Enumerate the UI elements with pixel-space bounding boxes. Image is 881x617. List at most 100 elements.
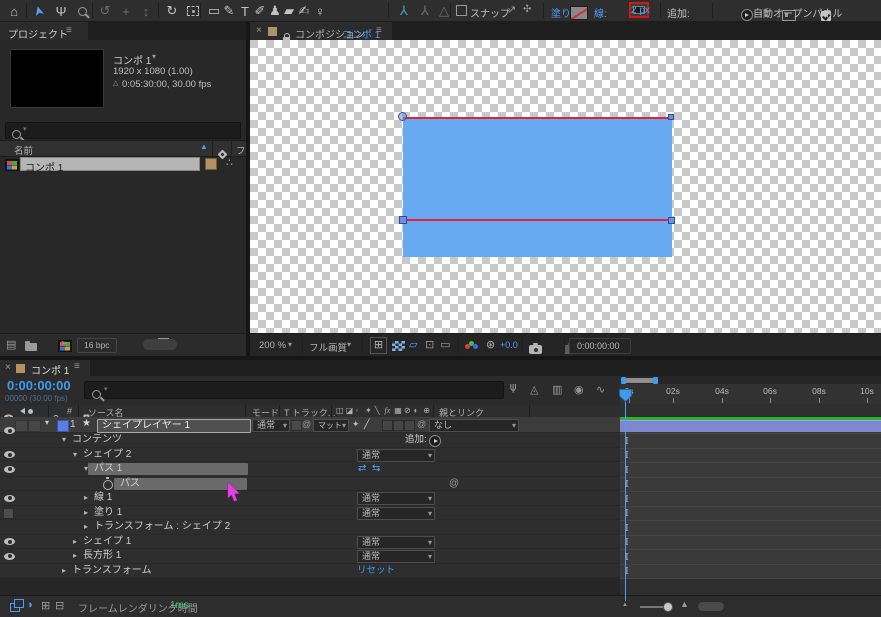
zoom-in-mountain-icon[interactable]: ▲ [680, 599, 689, 609]
row-video-toggle[interactable] [4, 494, 15, 502]
project-tab[interactable]: プロジェクト ≡ [0, 22, 88, 41]
stroke-label[interactable]: 線: [594, 5, 607, 20]
layer-solo-cell[interactable] [28, 420, 41, 432]
path-stroke-top[interactable] [403, 116, 672, 119]
gizmo-position-tool[interactable]: ⅄ [417, 2, 433, 20]
mask-visibility-icon[interactable]: ▱ [409, 338, 417, 351]
pen-tool[interactable]: ✎ [221, 2, 237, 20]
row-expand-arrow[interactable]: ▸ [84, 491, 88, 505]
row-expand-arrow[interactable]: ▸ [73, 535, 77, 549]
brush-tool[interactable]: ✐ [252, 2, 268, 20]
zoom-level-dropdown[interactable]: 200 % [259, 340, 286, 351]
timeline-search-input[interactable]: ▾ [84, 381, 504, 399]
render-queue-icon[interactable]: ➢ [60, 338, 68, 349]
search-options-caret[interactable]: ▾ [23, 125, 27, 133]
parent-dropdown[interactable]: なし ▾ [429, 419, 519, 432]
timeline-row[interactable]: ▸ 長方形 1 通常 ▾ [0, 549, 620, 564]
exposure-value[interactable]: +0.0 [500, 340, 518, 350]
comp-thumbnail[interactable] [10, 49, 104, 108]
row-video-toggle[interactable] [4, 538, 15, 545]
graph-editor-icon[interactable]: ∿ [596, 383, 605, 396]
snap-options-icon[interactable]: ✣ [523, 4, 531, 15]
row-mode-dropdown[interactable]: 通常 ▾ [357, 550, 435, 563]
layer-audio-cell[interactable] [15, 420, 28, 432]
timeline-h-scrollbar[interactable] [698, 602, 724, 611]
composition-viewer[interactable] [250, 40, 881, 333]
rectangle-tool[interactable]: ▭ [206, 2, 222, 20]
selection-tool[interactable]: ➤ [28, 1, 50, 21]
row-expand-arrow[interactable]: ▸ [73, 549, 77, 563]
search-options-caret[interactable]: ▾ [104, 385, 108, 393]
exposure-icon[interactable]: ⊛ [486, 338, 495, 351]
sort-ascending-icon[interactable]: ▲ [200, 142, 208, 151]
path-direction-icon[interactable]: ⇄ [358, 462, 366, 476]
pan-behind-tool[interactable] [185, 2, 201, 20]
timeline-row[interactable]: ▸ 線 1 通常 ▾ [0, 491, 620, 506]
collapse-transformations-icon[interactable]: ✦ [352, 419, 360, 430]
shape-rectangle[interactable] [403, 117, 672, 257]
row-mode-dropdown[interactable]: 通常 ▾ [357, 506, 435, 520]
close-icon[interactable]: × [5, 362, 11, 373]
preserve-transparency-cell[interactable] [291, 420, 302, 431]
navigator-end-handle[interactable] [653, 376, 658, 384]
row-video-toggle[interactable] [4, 451, 15, 458]
row-collapse-arrow[interactable]: ▾ [73, 448, 77, 462]
resolution-dropdown[interactable]: フル画質 [309, 340, 347, 354]
layer-label-swatch[interactable] [57, 420, 69, 432]
timeline-row[interactable]: パス @ [0, 477, 620, 491]
parent-pickwhip-icon[interactable]: @ [417, 419, 426, 429]
row-mode-dropdown[interactable]: 通常 ▾ [357, 448, 435, 462]
orbit-camera-tool[interactable]: ↺ [97, 2, 113, 20]
navigator-start-handle[interactable] [620, 376, 626, 384]
dolly-camera-tool[interactable]: ↕ [138, 2, 154, 20]
guides-icon[interactable]: ▭ [440, 338, 450, 351]
time-navigator[interactable] [620, 376, 881, 384]
take-snapshot-icon[interactable] [529, 343, 542, 354]
chevron-down-icon[interactable]: ▾ [288, 340, 292, 349]
name-column-header[interactable]: 名前 [14, 143, 33, 157]
mini-flowchart-icon[interactable]: ⋔ [508, 381, 518, 395]
gizmo-universal-tool[interactable]: ⅄ [396, 2, 412, 20]
region-of-interest-icon[interactable]: ⊡ [425, 338, 434, 351]
type-tool[interactable]: T [237, 2, 253, 20]
bit-depth-button[interactable]: 16 bpc [77, 338, 117, 353]
project-item-row[interactable]: コンポ 1 ∴ [0, 156, 246, 174]
row-expand-arrow[interactable]: ▸ [84, 520, 88, 534]
timeline-row[interactable]: ▾ シェイプ 2 通常 ▾ [0, 448, 620, 462]
row-video-toggle-off[interactable] [3, 507, 14, 519]
motion-blur-icon[interactable]: ◉ [574, 383, 584, 396]
viewer-menu-icon[interactable]: ≡ [376, 25, 382, 36]
path-direction-icon[interactable]: ⇆ [372, 462, 380, 476]
playhead-handle[interactable] [619, 389, 632, 402]
new-folder-icon[interactable] [25, 340, 37, 351]
transfer-controls-toggle-icon[interactable]: ◑ [26, 599, 33, 611]
reset-link[interactable]: リセット [357, 564, 395, 578]
project-search-input[interactable]: ▾ [5, 122, 241, 139]
transparency-grid-icon[interactable] [391, 340, 406, 352]
vertex-handle-circle[interactable] [398, 112, 407, 121]
frame-blending-icon[interactable]: ▥ [552, 383, 562, 396]
project-item-name-box[interactable]: コンポ 1 [20, 157, 200, 174]
stroke-width-value[interactable]: 2 px [631, 5, 650, 16]
vertex-handle-square[interactable] [398, 215, 407, 224]
zoom-out-mountain-icon[interactable]: ▲ [622, 602, 628, 608]
playhead-line[interactable] [624, 390, 626, 601]
chevron-down-icon[interactable]: ▾ [152, 52, 156, 61]
close-icon[interactable]: × [256, 25, 262, 36]
switch-cell[interactable] [382, 420, 393, 431]
path-stroke-middle[interactable] [403, 219, 672, 221]
eraser-tool[interactable]: ▰ [281, 2, 297, 20]
timeline-row[interactable]: ▸ シェイプ 1 通常 ▾ [0, 535, 620, 549]
render-time-icon[interactable]: ⊟ [55, 599, 64, 612]
hand-tool[interactable]: Ψ [53, 2, 69, 20]
roto-brush-tool[interactable]: ✍ [296, 2, 312, 20]
pan-camera-tool[interactable]: + [118, 2, 134, 20]
row-expand-arrow[interactable]: ▸ [84, 506, 88, 520]
grid-options-icon[interactable]: ⊞ [370, 337, 387, 354]
viewer-timecode-box[interactable]: 0:00:00:00 [569, 338, 631, 354]
rotation-tool[interactable]: ↻ [164, 2, 180, 20]
row-mode-dropdown[interactable]: 通常 ▾ [357, 535, 435, 549]
row-mode-dropdown[interactable]: 通常 ▾ [357, 492, 435, 505]
puppet-pin-tool[interactable]: ♀ [312, 2, 328, 20]
switch-cell[interactable] [404, 420, 415, 431]
